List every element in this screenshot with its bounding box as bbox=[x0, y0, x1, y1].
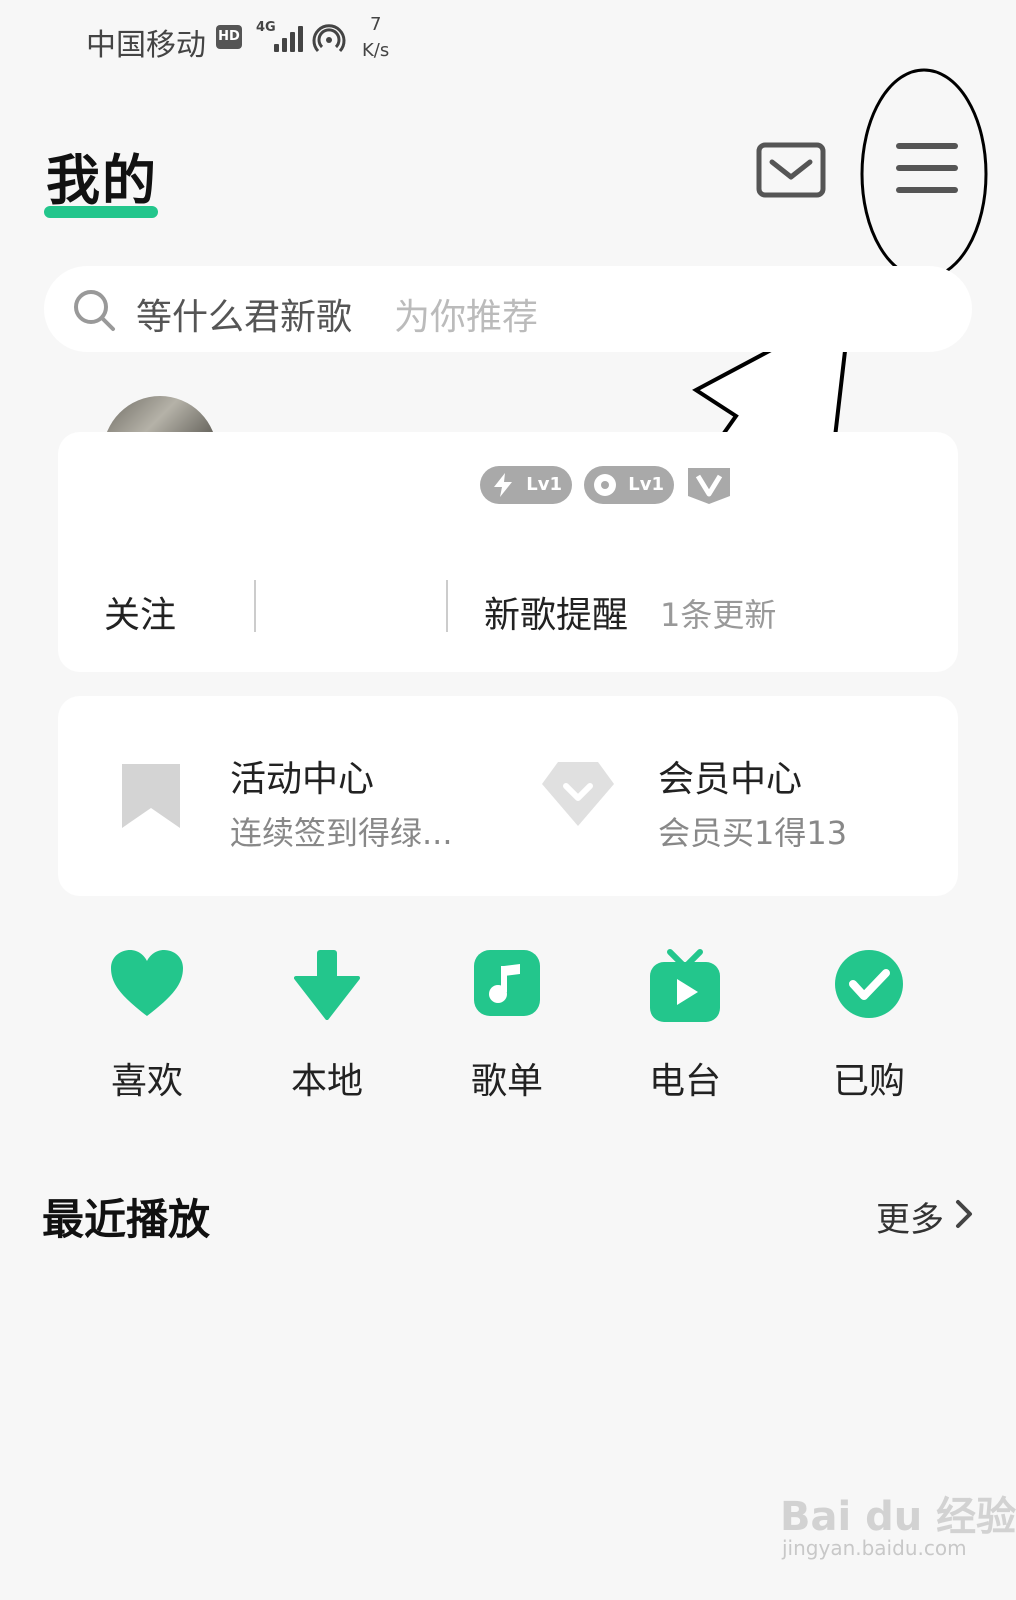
bookmark-icon[interactable] bbox=[122, 764, 180, 828]
mail-icon[interactable] bbox=[756, 142, 826, 198]
quick-link-playlist[interactable]: 歌单 bbox=[452, 948, 562, 1102]
v-badge-icon[interactable] bbox=[686, 466, 732, 506]
search-hint: 为你推荐 bbox=[394, 297, 539, 338]
music-note-icon bbox=[474, 950, 540, 1016]
diamond-icon[interactable] bbox=[540, 760, 616, 828]
annotation-ellipse bbox=[860, 68, 988, 280]
member-center-subtitle: 会员买1得13 bbox=[658, 814, 848, 852]
svip-badge[interactable]: Lv1 bbox=[480, 466, 572, 504]
carrier-name: 中国移动 bbox=[86, 28, 206, 63]
signal-icon bbox=[270, 22, 306, 52]
badge-level: Lv1 bbox=[526, 474, 562, 495]
more-link[interactable]: 更多 bbox=[876, 1192, 944, 1241]
chevron-right-icon[interactable] bbox=[952, 1196, 976, 1232]
recent-played-title: 最近播放 bbox=[42, 1195, 211, 1244]
search-query: 等什么君新歌 bbox=[136, 297, 353, 338]
activity-center-subtitle: 连续签到得绿... bbox=[230, 814, 453, 852]
quick-link-label: 歌单 bbox=[470, 1061, 543, 1102]
member-center-title[interactable]: 会员中心 bbox=[658, 750, 802, 802]
new-songs-count: 1条更新 bbox=[660, 596, 777, 634]
quick-link-label: 电台 bbox=[648, 1061, 721, 1102]
heart-icon bbox=[111, 950, 183, 1016]
download-icon bbox=[294, 950, 360, 1020]
title-underline bbox=[44, 206, 158, 218]
hotspot-icon bbox=[312, 24, 346, 53]
center-card bbox=[58, 696, 958, 896]
divider bbox=[446, 580, 448, 632]
quick-link-label: 已购 bbox=[832, 1061, 905, 1102]
quick-link-radio[interactable]: 电台 bbox=[630, 948, 740, 1102]
follow-label[interactable]: 关注 bbox=[104, 586, 176, 638]
divider bbox=[254, 580, 256, 632]
check-circle-icon bbox=[835, 950, 903, 1018]
page-title: 我的 bbox=[46, 149, 158, 212]
tv-radio-icon bbox=[650, 949, 720, 1022]
disc-icon bbox=[594, 474, 616, 496]
badge-level: Lv1 bbox=[628, 474, 664, 495]
search-icon bbox=[74, 290, 115, 331]
baidu-watermark: Bai du 经验 bbox=[780, 1494, 1016, 1540]
new-songs-reminder[interactable]: 新歌提醒 bbox=[484, 586, 628, 638]
music-badge[interactable]: Lv1 bbox=[584, 466, 674, 504]
net-speed-value: 7 bbox=[370, 14, 382, 35]
quick-link-label: 本地 bbox=[290, 1061, 363, 1102]
baidu-watermark-url: jingyan.baidu.com bbox=[782, 1536, 967, 1560]
hd-badge: HD bbox=[216, 25, 242, 49]
lightning-icon bbox=[494, 473, 512, 497]
quick-link-label: 喜欢 bbox=[110, 1061, 183, 1102]
net-speed-unit: K/s bbox=[362, 40, 390, 61]
activity-center-title[interactable]: 活动中心 bbox=[230, 750, 374, 802]
quick-link-like[interactable]: 喜欢 bbox=[92, 948, 202, 1102]
quick-link-local[interactable]: 本地 bbox=[272, 948, 382, 1102]
quick-link-purchased[interactable]: 已购 bbox=[814, 948, 924, 1102]
